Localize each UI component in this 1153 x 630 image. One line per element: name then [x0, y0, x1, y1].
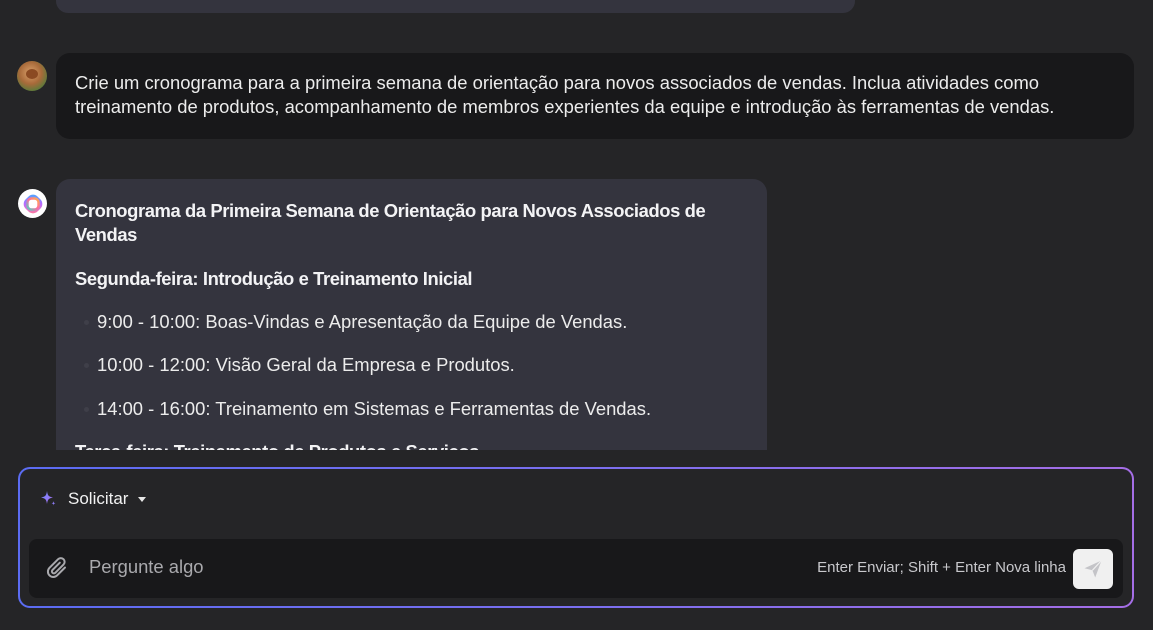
previous-message-bubble	[56, 0, 855, 13]
send-button[interactable]	[1073, 549, 1113, 589]
assistant-avatar	[18, 189, 47, 218]
composer: Solicitar Pergunte algo Enter Enviar; Sh…	[18, 467, 1134, 608]
assistant-logo-icon	[23, 194, 42, 213]
user-message-text: Crie um cronograma para a primeira seman…	[75, 72, 1055, 117]
mode-label: Solicitar	[68, 489, 129, 508]
message-input[interactable]: Pergunte algo	[89, 556, 204, 578]
user-message: Crie um cronograma para a primeira seman…	[56, 53, 1134, 139]
user-avatar	[17, 61, 47, 91]
send-icon	[1084, 560, 1102, 578]
composer-inner: Solicitar Pergunte algo Enter Enviar; Sh…	[20, 469, 1132, 606]
mode-selector[interactable]: Solicitar	[38, 487, 147, 511]
schedule-item: 9:00 - 10:00: Boas-Vindas e Apresentação…	[75, 310, 748, 334]
chat-area: Crie um cronograma para a primeira seman…	[0, 0, 1153, 450]
keyboard-hint: Enter Enviar; Shift + Enter Nova linha	[817, 559, 1066, 576]
message-input-row: Pergunte algo Enter Enviar; Shift + Ente…	[29, 539, 1123, 598]
schedule-item: 10:00 - 12:00: Visão Geral da Empresa e …	[75, 353, 748, 377]
assistant-message: Cronograma da Primeira Semana de Orienta…	[56, 179, 767, 450]
sparkle-icon	[41, 491, 56, 506]
schedule-item: 14:00 - 16:00: Treinamento em Sistemas e…	[75, 397, 748, 421]
schedule-list: 9:00 - 10:00: Boas-Vindas e Apresentação…	[75, 310, 748, 421]
day-heading-tuesday: Terça-feira: Treinamento de Produtos e S…	[75, 440, 748, 450]
day-heading-monday: Segunda-feira: Introdução e Treinamento …	[75, 268, 473, 289]
response-title: Cronograma da Primeira Semana de Orienta…	[75, 200, 706, 245]
paperclip-icon[interactable]	[46, 556, 70, 582]
caret-down-icon	[138, 496, 147, 502]
